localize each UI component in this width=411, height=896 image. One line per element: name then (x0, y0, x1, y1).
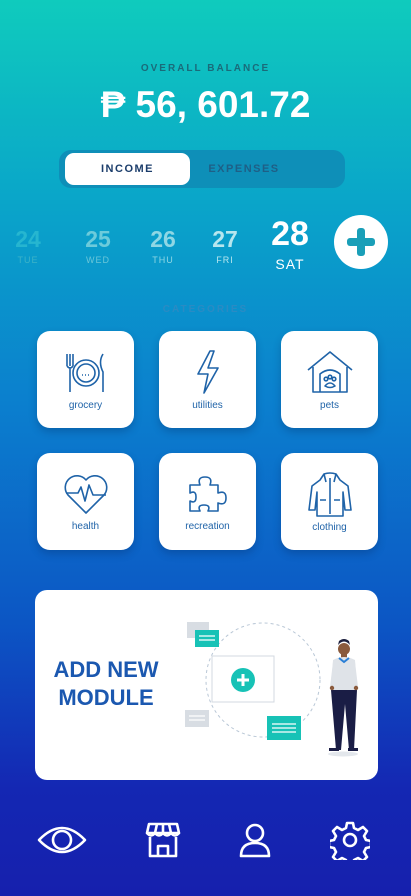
balance-amount: ₱ 56, 601.72 (100, 84, 311, 125)
add-entry-button[interactable] (334, 215, 388, 269)
nav-profile[interactable] (225, 810, 285, 870)
category-label: pets (320, 400, 339, 411)
user-icon (239, 823, 271, 858)
category-card-recreation[interactable]: recreation (159, 453, 256, 550)
category-label: recreation (185, 521, 230, 532)
heart-pulse-icon (63, 475, 108, 514)
add-module-card[interactable]: ADD NEW MODULE (35, 590, 378, 780)
bottom-nav (0, 810, 411, 870)
gear-icon (330, 821, 370, 860)
nav-store[interactable] (133, 810, 193, 870)
eye-icon (37, 826, 87, 854)
category-card-clothing[interactable]: clothing (281, 453, 378, 550)
date-item[interactable]: 26 THU (138, 226, 188, 265)
balance-label: OVERALL BALANCE (140, 63, 271, 74)
category-card-pets[interactable]: pets (281, 331, 378, 428)
plus-icon (347, 228, 375, 256)
plate-cutlery-icon (65, 353, 104, 392)
categories-label: CATEGORIES (162, 304, 249, 315)
date-item[interactable]: 24 TUE (3, 226, 53, 265)
puzzle-icon (188, 476, 227, 512)
date-item[interactable]: 27 FRI (200, 226, 250, 265)
date-item[interactable]: 25 WED (73, 226, 123, 265)
nav-settings[interactable] (320, 810, 380, 870)
nav-overview[interactable] (32, 810, 92, 870)
date-item-selected[interactable]: 28 SAT (262, 215, 318, 272)
module-title: ADD NEW MODULE (53, 657, 159, 710)
lightning-icon (196, 350, 219, 394)
category-label: grocery (68, 400, 103, 411)
tab-income[interactable]: INCOME (65, 153, 190, 185)
income-expenses-toggle: INCOME EXPENSES (59, 150, 345, 188)
category-card-grocery[interactable]: grocery (37, 331, 134, 428)
tab-expenses[interactable]: EXPENSES (182, 153, 306, 185)
pet-house-icon (306, 351, 353, 393)
add-module-illustration (185, 622, 359, 757)
category-label: utilities (192, 400, 223, 411)
store-icon (145, 822, 181, 858)
category-label: clothing (312, 522, 347, 533)
category-card-health[interactable]: health (37, 453, 134, 550)
category-card-utilities[interactable]: utilities (159, 331, 256, 428)
jacket-icon (307, 472, 352, 517)
category-label: health (71, 521, 100, 532)
